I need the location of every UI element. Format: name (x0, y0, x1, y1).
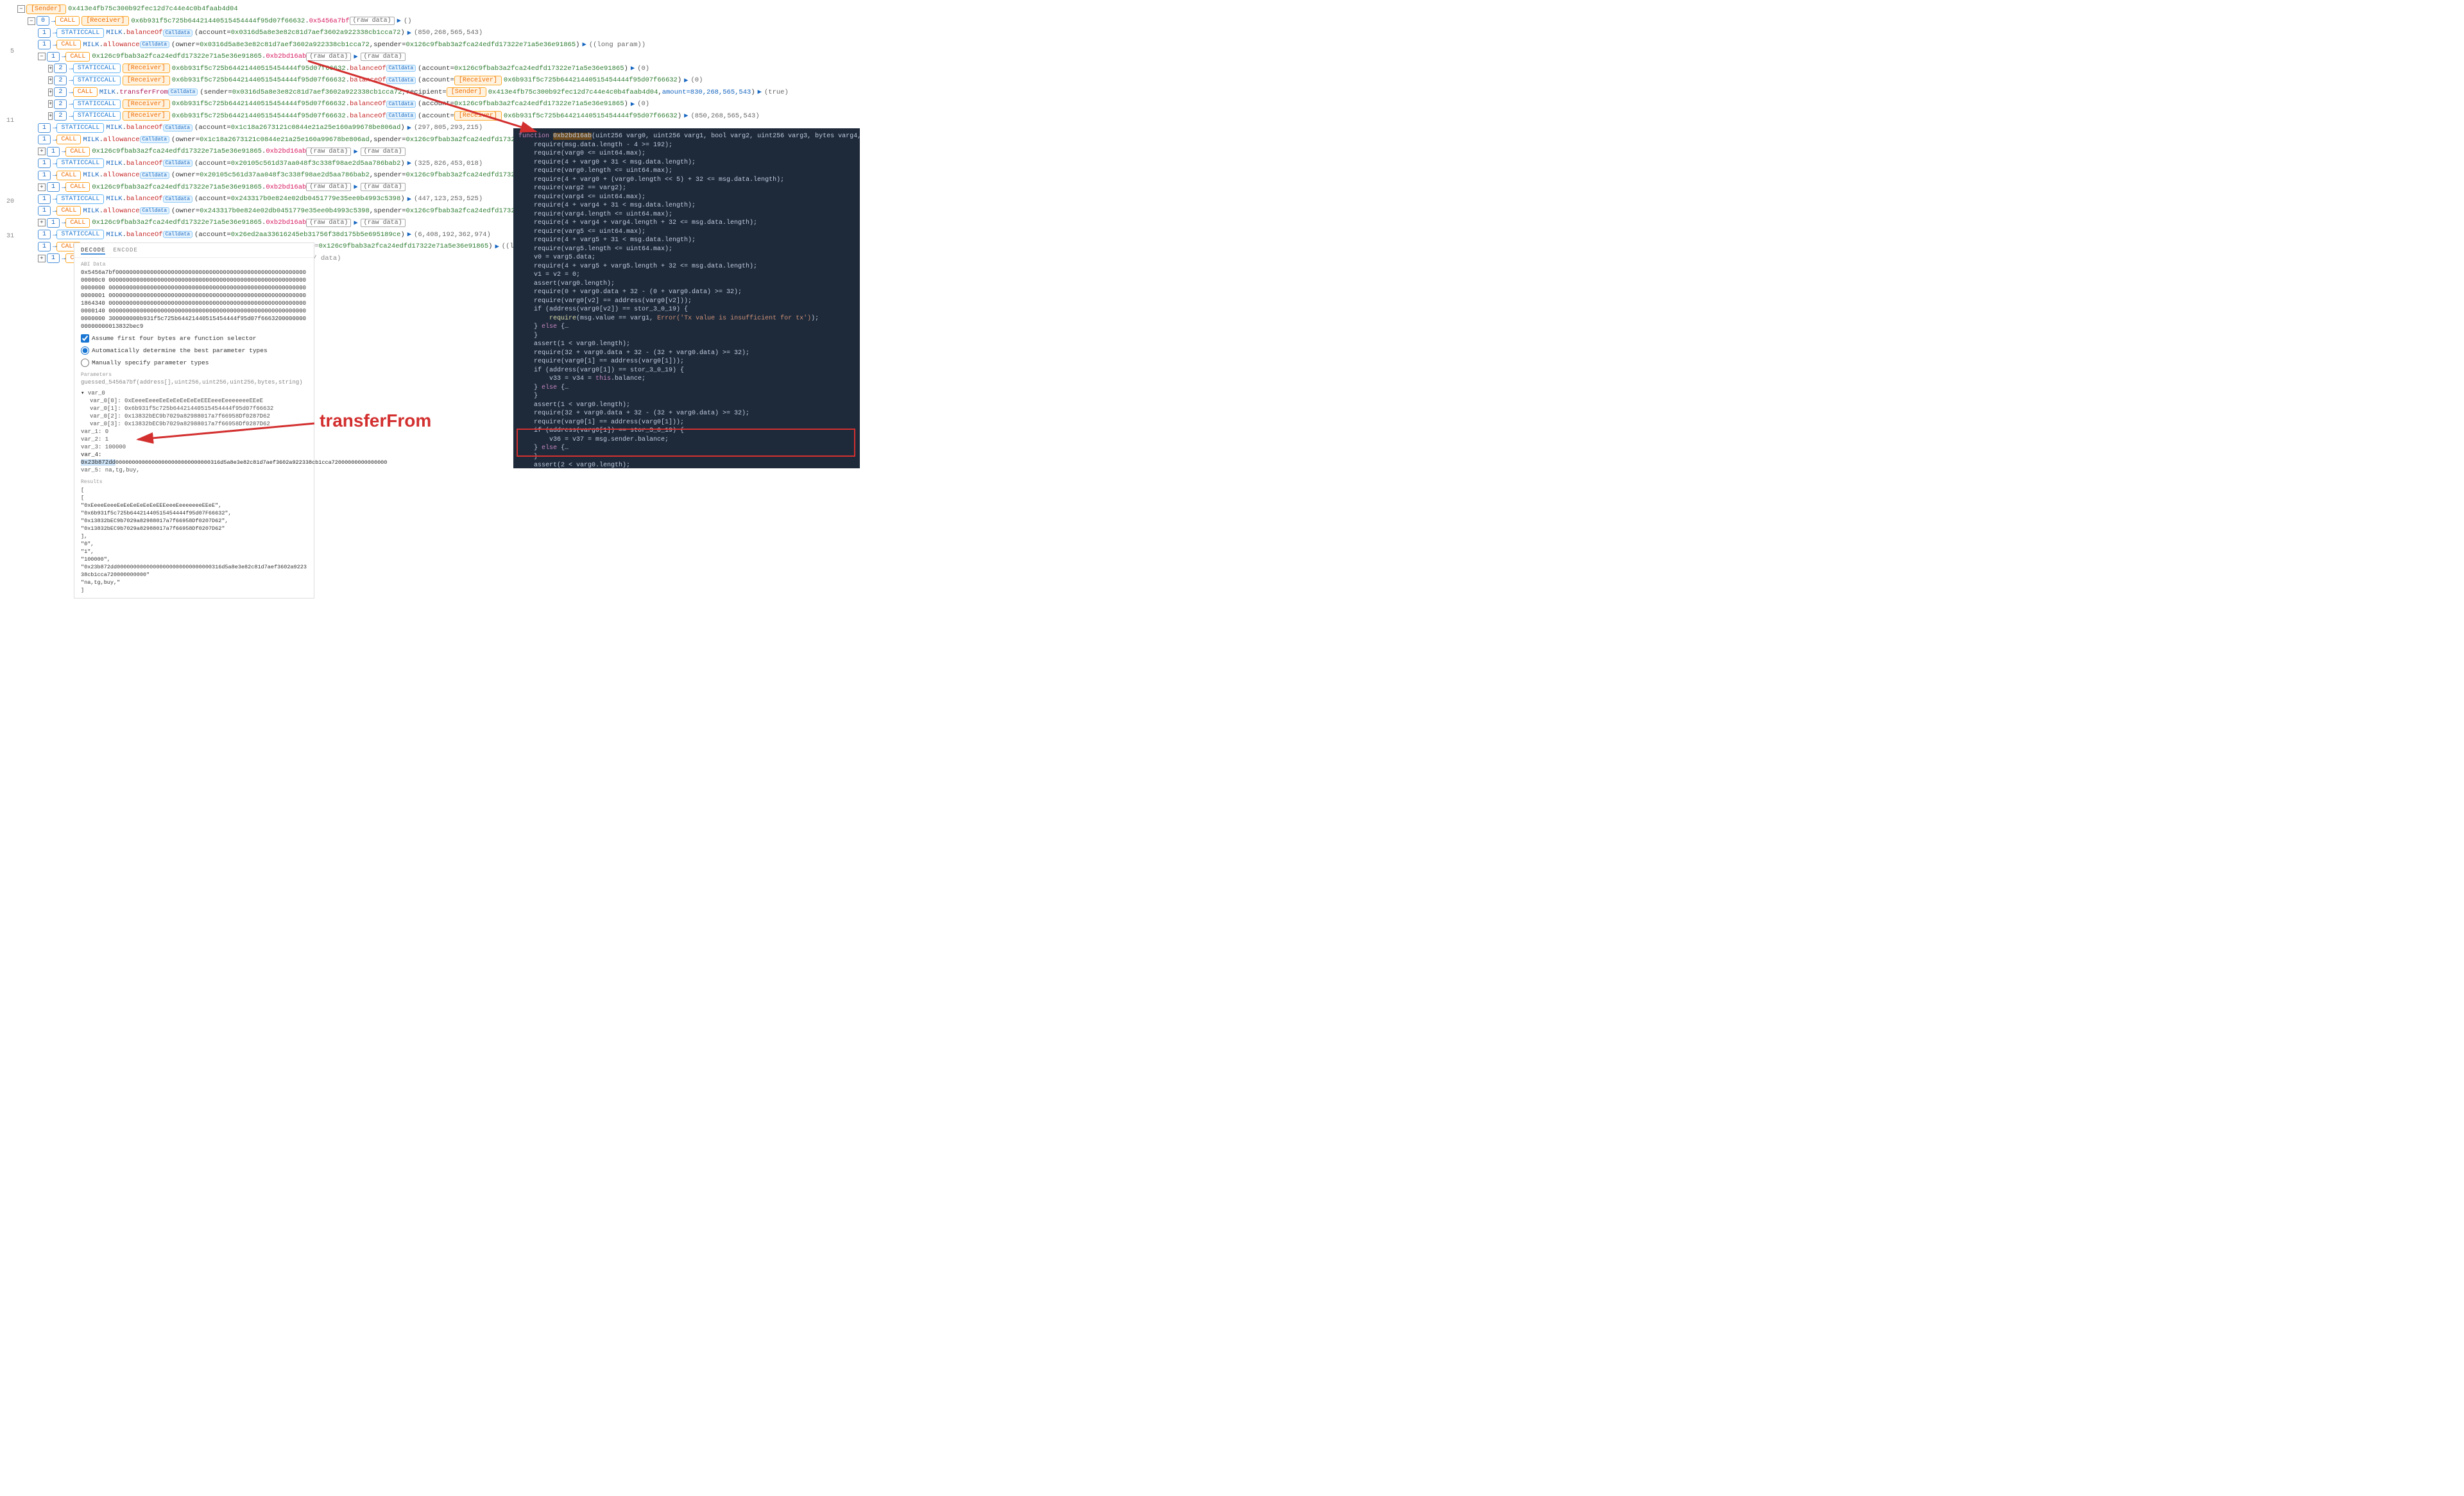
sender-badge: [Sender] (26, 4, 66, 14)
call-row[interactable]: 1→ CALL MILK.allowance Calldata(owner=0x… (38, 39, 518, 51)
results-label: Results (81, 479, 307, 485)
abi-hex[interactable]: 0x5456a7bf000000000000000000000000000000… (81, 269, 307, 330)
tab-decode[interactable]: DECODE (81, 247, 105, 255)
call-row[interactable]: +1→ CALL 0x126c9fbab3a2fca24edfd17322e71… (38, 182, 518, 194)
assume-selector-checkbox[interactable]: Assume first four bytes are function sel… (81, 334, 307, 343)
manual-radio[interactable]: Manually specify parameter types (81, 359, 307, 367)
staticcall-row[interactable]: 1→ STATICCALL MILK.balanceOf Calldata(ac… (38, 158, 518, 170)
expand-icon[interactable]: − (38, 53, 46, 60)
staticcall-row[interactable]: 1→ STATICCALL MILK.balanceOf Calldata(ac… (38, 193, 518, 205)
staticcall-row[interactable]: +2→ STATICCALL [Receiver]0x6b931f5c725b6… (48, 74, 518, 87)
staticcall-row[interactable]: + 2→ STATICCALL [Receiver]0x6b931f5c725b… (48, 63, 518, 75)
call-row[interactable]: +2→ CALL MILK.transferFrom Calldata(send… (48, 87, 518, 99)
call-row[interactable]: 1→ CALL MILK.allowance Calldata(owner=0x… (38, 205, 518, 217)
staticcall-row[interactable]: 1→ STATICCALL MILK.balanceOf Calldata(ac… (38, 122, 518, 134)
call-row[interactable]: 1→ CALL MILK.allowance Calldata(owner=0x… (38, 134, 518, 146)
expand-icon[interactable]: − (28, 17, 35, 25)
highlight-box (517, 429, 855, 457)
sender-row: − [Sender] 0x413e4fb75c300b92fec12d7c44e… (17, 3, 518, 15)
call-row[interactable]: − 0→ CALL [Receiver] 0x6b931f5c725b64421… (28, 15, 518, 28)
chevron-right-icon[interactable]: ▶ (397, 17, 401, 25)
param-tree[interactable]: ▾ var_0 var_0[0]: 0xEeeeEeeeEeEeEeEeEeEe… (81, 389, 307, 474)
abi-label: ABI Data (81, 262, 307, 268)
call-trace: − [Sender] 0x413e4fb75c300b92fec12d7c44e… (17, 3, 518, 264)
staticcall-row[interactable]: +2→ STATICCALL [Receiver]0x6b931f5c725b6… (48, 110, 518, 123)
staticcall-row[interactable]: +2→ STATICCALL [Receiver]0x6b931f5c725b6… (48, 98, 518, 110)
guessed-sig: guessed_5456a7bf(address[],uint256,uint2… (81, 379, 307, 386)
call-row[interactable]: − 1→ CALL 0x126c9fbab3a2fca24edfd17322e7… (38, 51, 518, 63)
call-row[interactable]: +1→ CALL 0x126c9fbab3a2fca24edfd17322e71… (38, 217, 518, 229)
tab-encode[interactable]: ENCODE (113, 247, 137, 255)
decode-tabs: DECODE ENCODE (74, 246, 314, 258)
staticcall-row[interactable]: 1→ STATICCALL MILK.balanceOf Calldata(ac… (38, 229, 518, 241)
var4-row[interactable]: var_4: 0x23b872dd00000000000000000000000… (81, 451, 307, 466)
params-label: Parameters (81, 372, 307, 378)
sender-address[interactable]: 0x413e4fb75c300b92fec12d7c44e4c0b4faab4d… (68, 5, 238, 13)
auto-radio[interactable]: Automatically determine the best paramet… (81, 346, 307, 355)
expand-icon[interactable]: + (48, 65, 53, 72)
line-gutter: 5 11 20 31 (0, 0, 16, 254)
call-row[interactable]: +1→ CALL 0x126c9fbab3a2fca24edfd17322e71… (38, 146, 518, 158)
results-block[interactable]: [ [ "0xEeeeEeeeEeEeEeEeEeEeEEEeeeEeeeeee… (81, 486, 307, 594)
annotation-transferfrom: transferFrom (320, 411, 431, 431)
staticcall-row[interactable]: 1→ STATICCALL MILK.balanceOf Calldata(ac… (38, 27, 518, 39)
decompiled-code[interactable]: function 0xb2bd16ab(uint256 varg0, uint2… (513, 128, 860, 468)
call-row[interactable]: 1→ CALL MILK.allowance Calldata(owner=0x… (38, 169, 518, 182)
expand-icon[interactable]: − (17, 5, 25, 13)
decode-panel: DECODE ENCODE ABI Data 0x5456a7bf0000000… (74, 242, 314, 599)
